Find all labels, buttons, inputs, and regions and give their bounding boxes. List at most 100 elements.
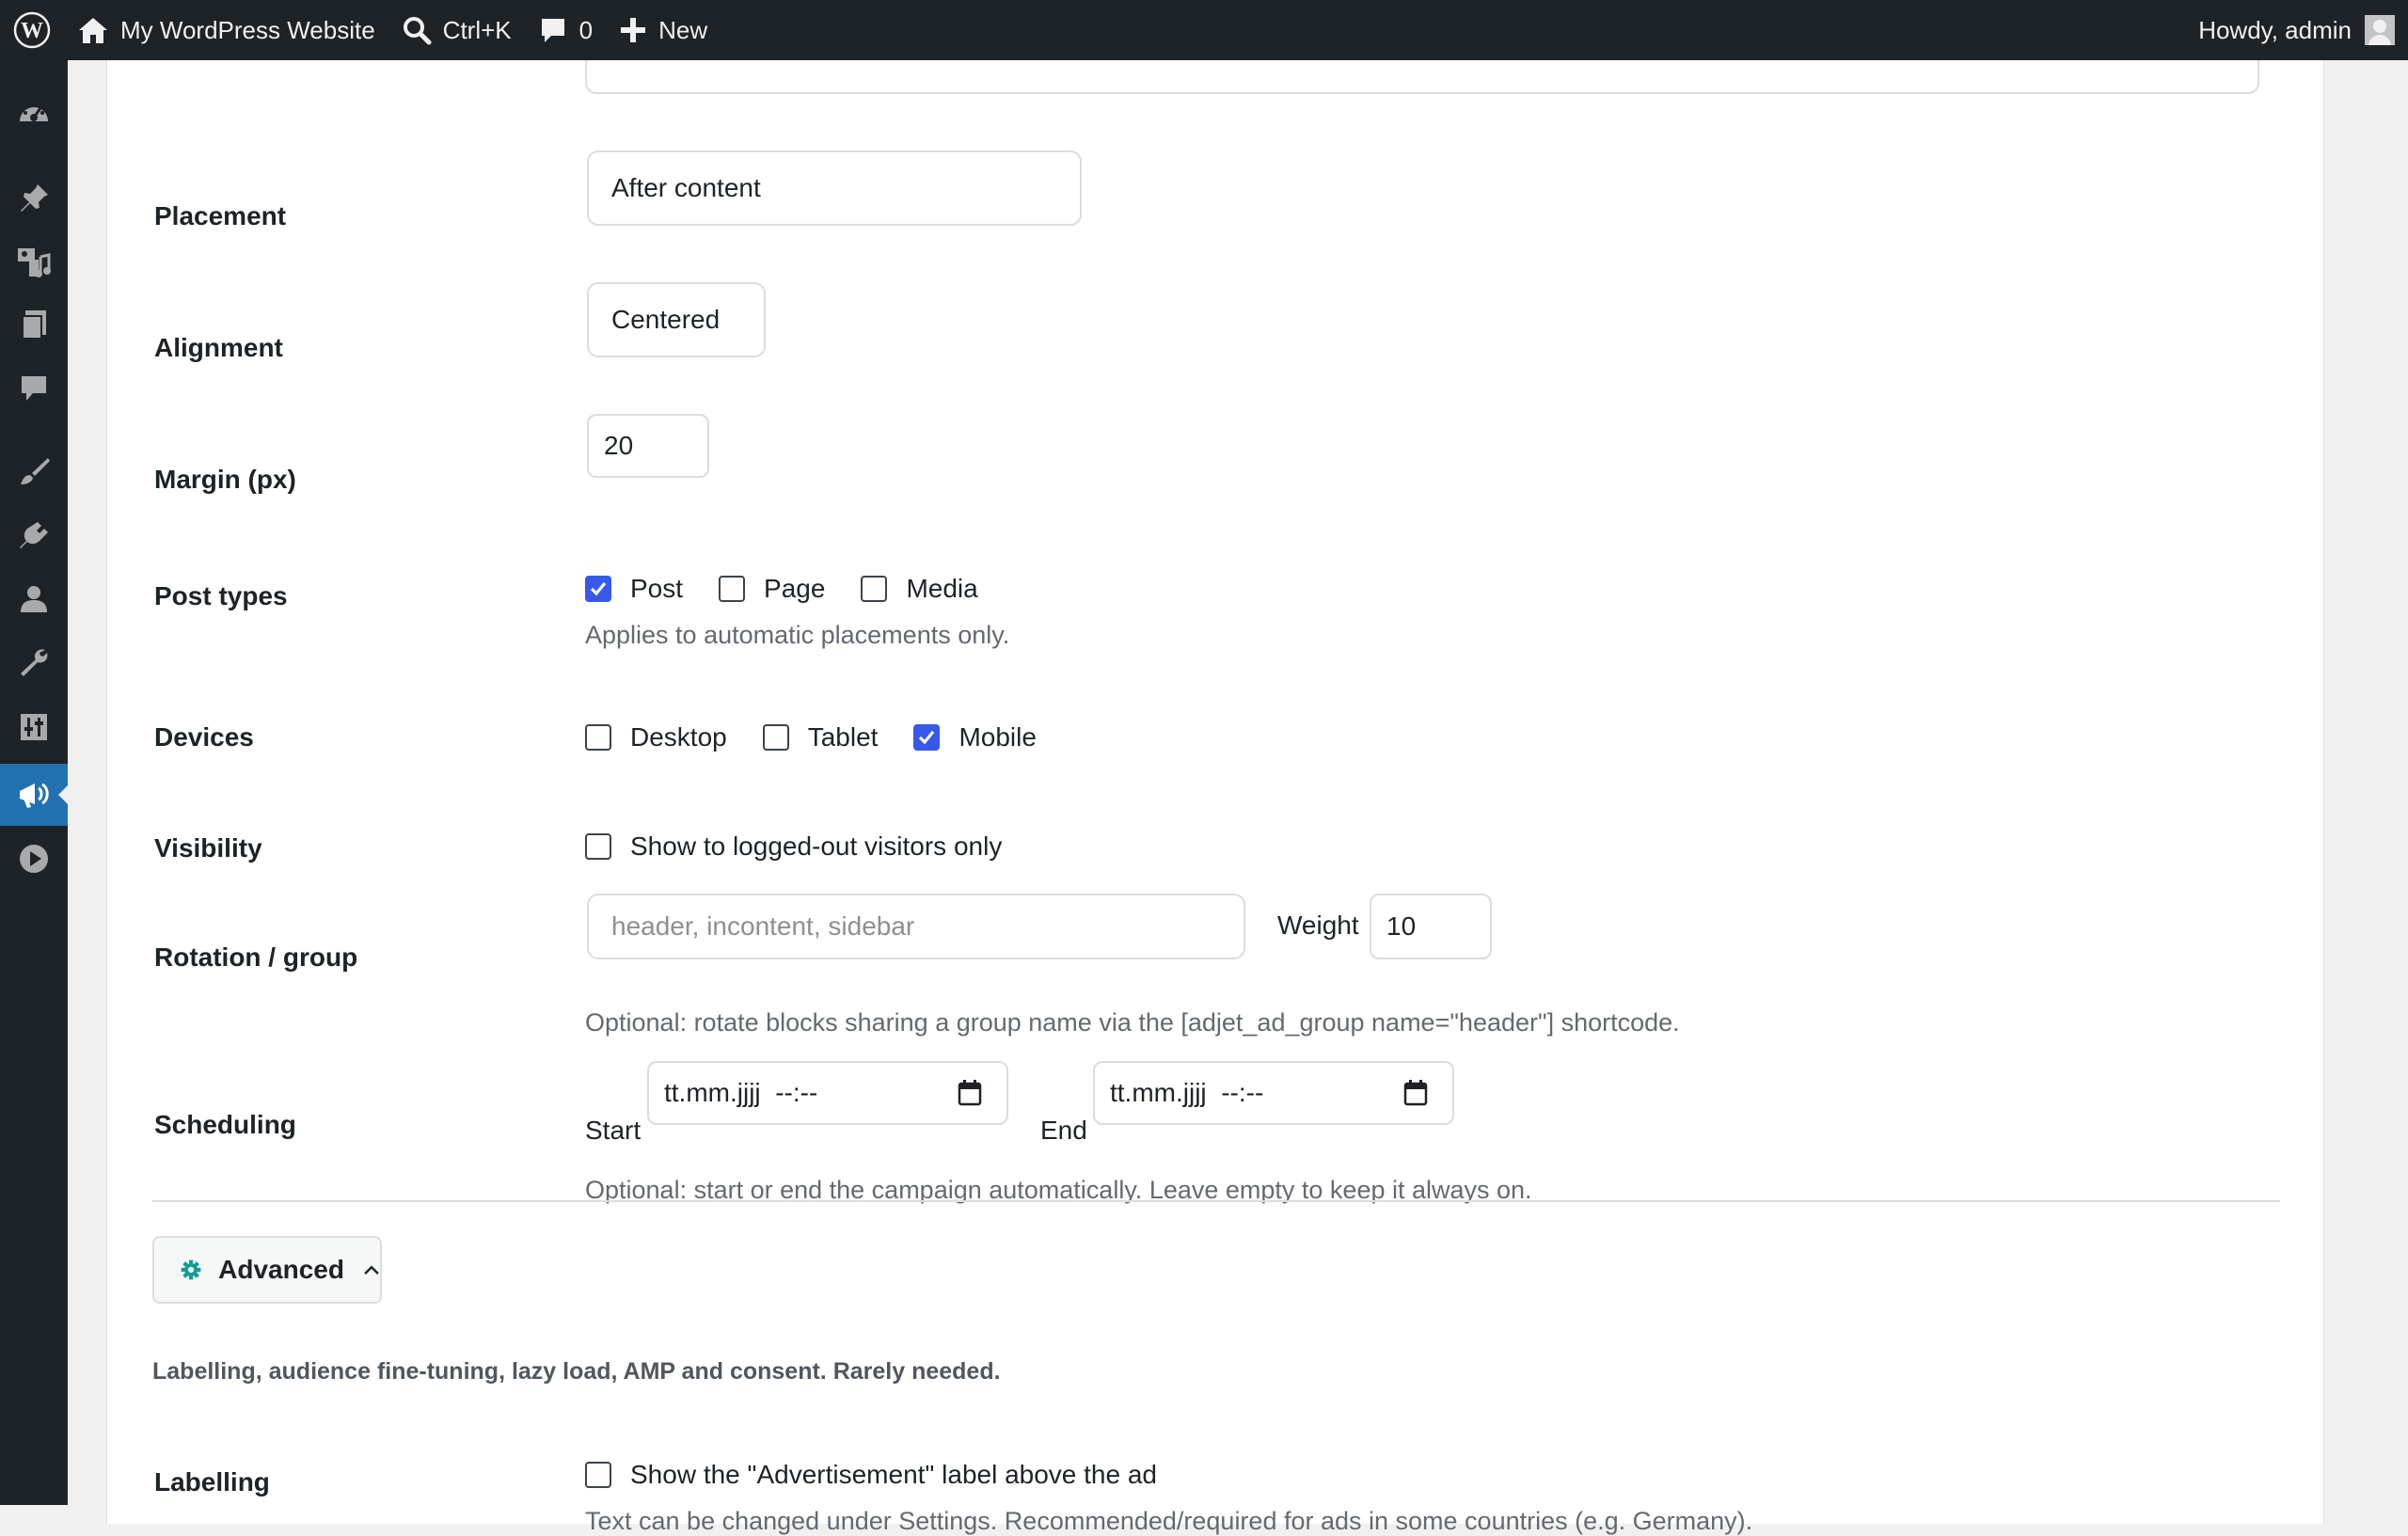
dashboard-gauge-icon [20,103,48,121]
paintbrush-icon [21,458,50,484]
margin-label: Margin (px) [154,465,296,494]
plugins-menu-item[interactable] [0,504,68,566]
post-option-label: Post [630,574,684,603]
tablet-checkbox[interactable] [762,724,789,751]
labelling-description: Text can be changed under Settings. Reco… [585,1507,1753,1535]
end-datetime-value: tt.mm.jjjj --:-- [1110,1078,1264,1107]
visibility-label: Visibility [154,833,262,863]
posts-menu-item[interactable] [0,167,68,230]
comments-count: 0 [578,15,594,44]
media-player-menu-item[interactable] [0,828,68,890]
logged-out-only-checkbox[interactable] [585,833,611,860]
devices-label: Devices [154,722,254,752]
greeting: Howdy, admin [2198,15,2352,44]
settings-menu-item[interactable] [0,696,68,758]
start-datetime-input[interactable]: tt.mm.jjjj --:-- [647,1061,1008,1125]
logged-out-only-label: Show to logged-out visitors only [630,831,1003,861]
alignment-value: Centered [611,305,721,334]
post-types-description: Applies to automatic placements only. [585,621,1010,649]
svg-text:W: W [21,19,43,43]
media-menu-item[interactable] [0,231,68,293]
chevron-up-icon [364,1265,379,1275]
megaphone-icon [20,783,49,808]
checkmark-icon [590,581,607,596]
comments-icon [22,376,46,401]
weight-input[interactable]: 10 [1370,894,1492,959]
appearance-menu-item[interactable] [0,440,68,502]
post-types-options: Post Page Media [585,574,1014,604]
visibility-option: Show to logged-out visitors only [585,831,1038,862]
placement-select[interactable]: After content [587,150,1082,226]
pages-icon [22,310,46,340]
search-shortcut: Ctrl+K [442,15,512,44]
alignment-select[interactable]: Centered [587,282,766,357]
start-label: Start [585,1116,642,1145]
wrench-icon [21,649,48,676]
comments-menu-item[interactable] [0,357,68,420]
labelling-label: Labelling [154,1467,270,1496]
page-option-label: Page [764,574,826,603]
advertisement-label-option: Show the "Advertisement" label above the… [630,1460,1157,1489]
site-name: My WordPress Website [120,15,375,44]
admin-bar: W My WordPress Website Ctrl+K 0 New Howd… [0,0,2408,60]
start-datetime-value: tt.mm.jjjj --:-- [664,1078,818,1107]
settings-panel: Placement After content Alignment Center… [106,28,2324,1535]
plugin-icon [20,522,48,548]
gear-icon [181,1259,201,1280]
advanced-description: Labelling, audience fine-tuning, lazy lo… [152,1358,1001,1385]
my-account-menu[interactable]: Howdy, admin [2198,0,2408,60]
placement-label: Placement [154,201,287,230]
plus-icon [621,18,646,42]
pages-menu-item[interactable] [0,293,68,356]
users-menu-item[interactable] [0,568,68,630]
labelling-option: Show the "Advertisement" label above the… [585,1460,1193,1490]
home-icon [79,18,107,43]
calendar-icon[interactable] [958,1080,982,1106]
wordpress-logo-icon: W [13,11,51,49]
rotation-description: Optional: rotate blocks sharing a group … [585,1008,1680,1037]
user-icon [21,586,47,612]
ads-menu-item[interactable] [0,764,68,826]
command-search[interactable]: Ctrl+K [388,0,525,60]
tools-menu-item[interactable] [0,632,68,694]
rotation-group-placeholder: header, incontent, sidebar [611,911,915,941]
end-label: End [1040,1116,1087,1145]
ad-block-form: Placement After content Alignment Center… [107,28,2323,1535]
calendar-icon[interactable] [1403,1080,1428,1106]
weight-value: 10 [1386,911,1417,941]
advanced-toggle-button[interactable]: Advanced [152,1236,382,1304]
advertisement-label-checkbox[interactable] [585,1462,611,1488]
end-datetime-input[interactable]: tt.mm.jjjj --:-- [1093,1061,1454,1125]
rotation-label: Rotation / group [154,942,358,972]
media-checkbox[interactable] [861,576,888,602]
pushpin-icon [21,184,48,212]
margin-value: 20 [604,431,634,460]
mobile-option-label: Mobile [958,722,1037,752]
weight-label: Weight [1277,911,1359,940]
placement-value: After content [611,173,761,202]
post-checkbox[interactable] [585,576,611,602]
margin-input[interactable]: 20 [587,414,709,478]
post-types-label: Post types [154,581,288,610]
wordpress-logo-menu[interactable]: W [0,0,64,60]
comments-link[interactable]: 0 [525,0,606,60]
dashboard-menu-item[interactable] [0,83,68,145]
new-content-menu[interactable]: New [606,0,721,60]
advanced-label: Advanced [218,1255,344,1284]
desktop-option-label: Desktop [630,722,727,752]
desktop-checkbox[interactable] [585,724,611,751]
alignment-label: Alignment [154,333,283,362]
checkmark-icon [919,730,935,745]
sliders-icon [21,714,47,740]
scheduling-label: Scheduling [154,1110,296,1139]
search-icon [403,17,432,45]
page-checkbox[interactable] [719,576,746,602]
media-icon [18,248,51,277]
devices-options: Desktop Tablet Mobile [585,722,1072,752]
rotation-group-input[interactable]: header, incontent, sidebar [587,894,1245,959]
new-label: New [658,15,708,44]
tablet-option-label: Tablet [807,722,879,752]
avatar [2365,15,2395,45]
site-name-link[interactable]: My WordPress Website [64,0,388,60]
mobile-checkbox[interactable] [913,724,941,751]
